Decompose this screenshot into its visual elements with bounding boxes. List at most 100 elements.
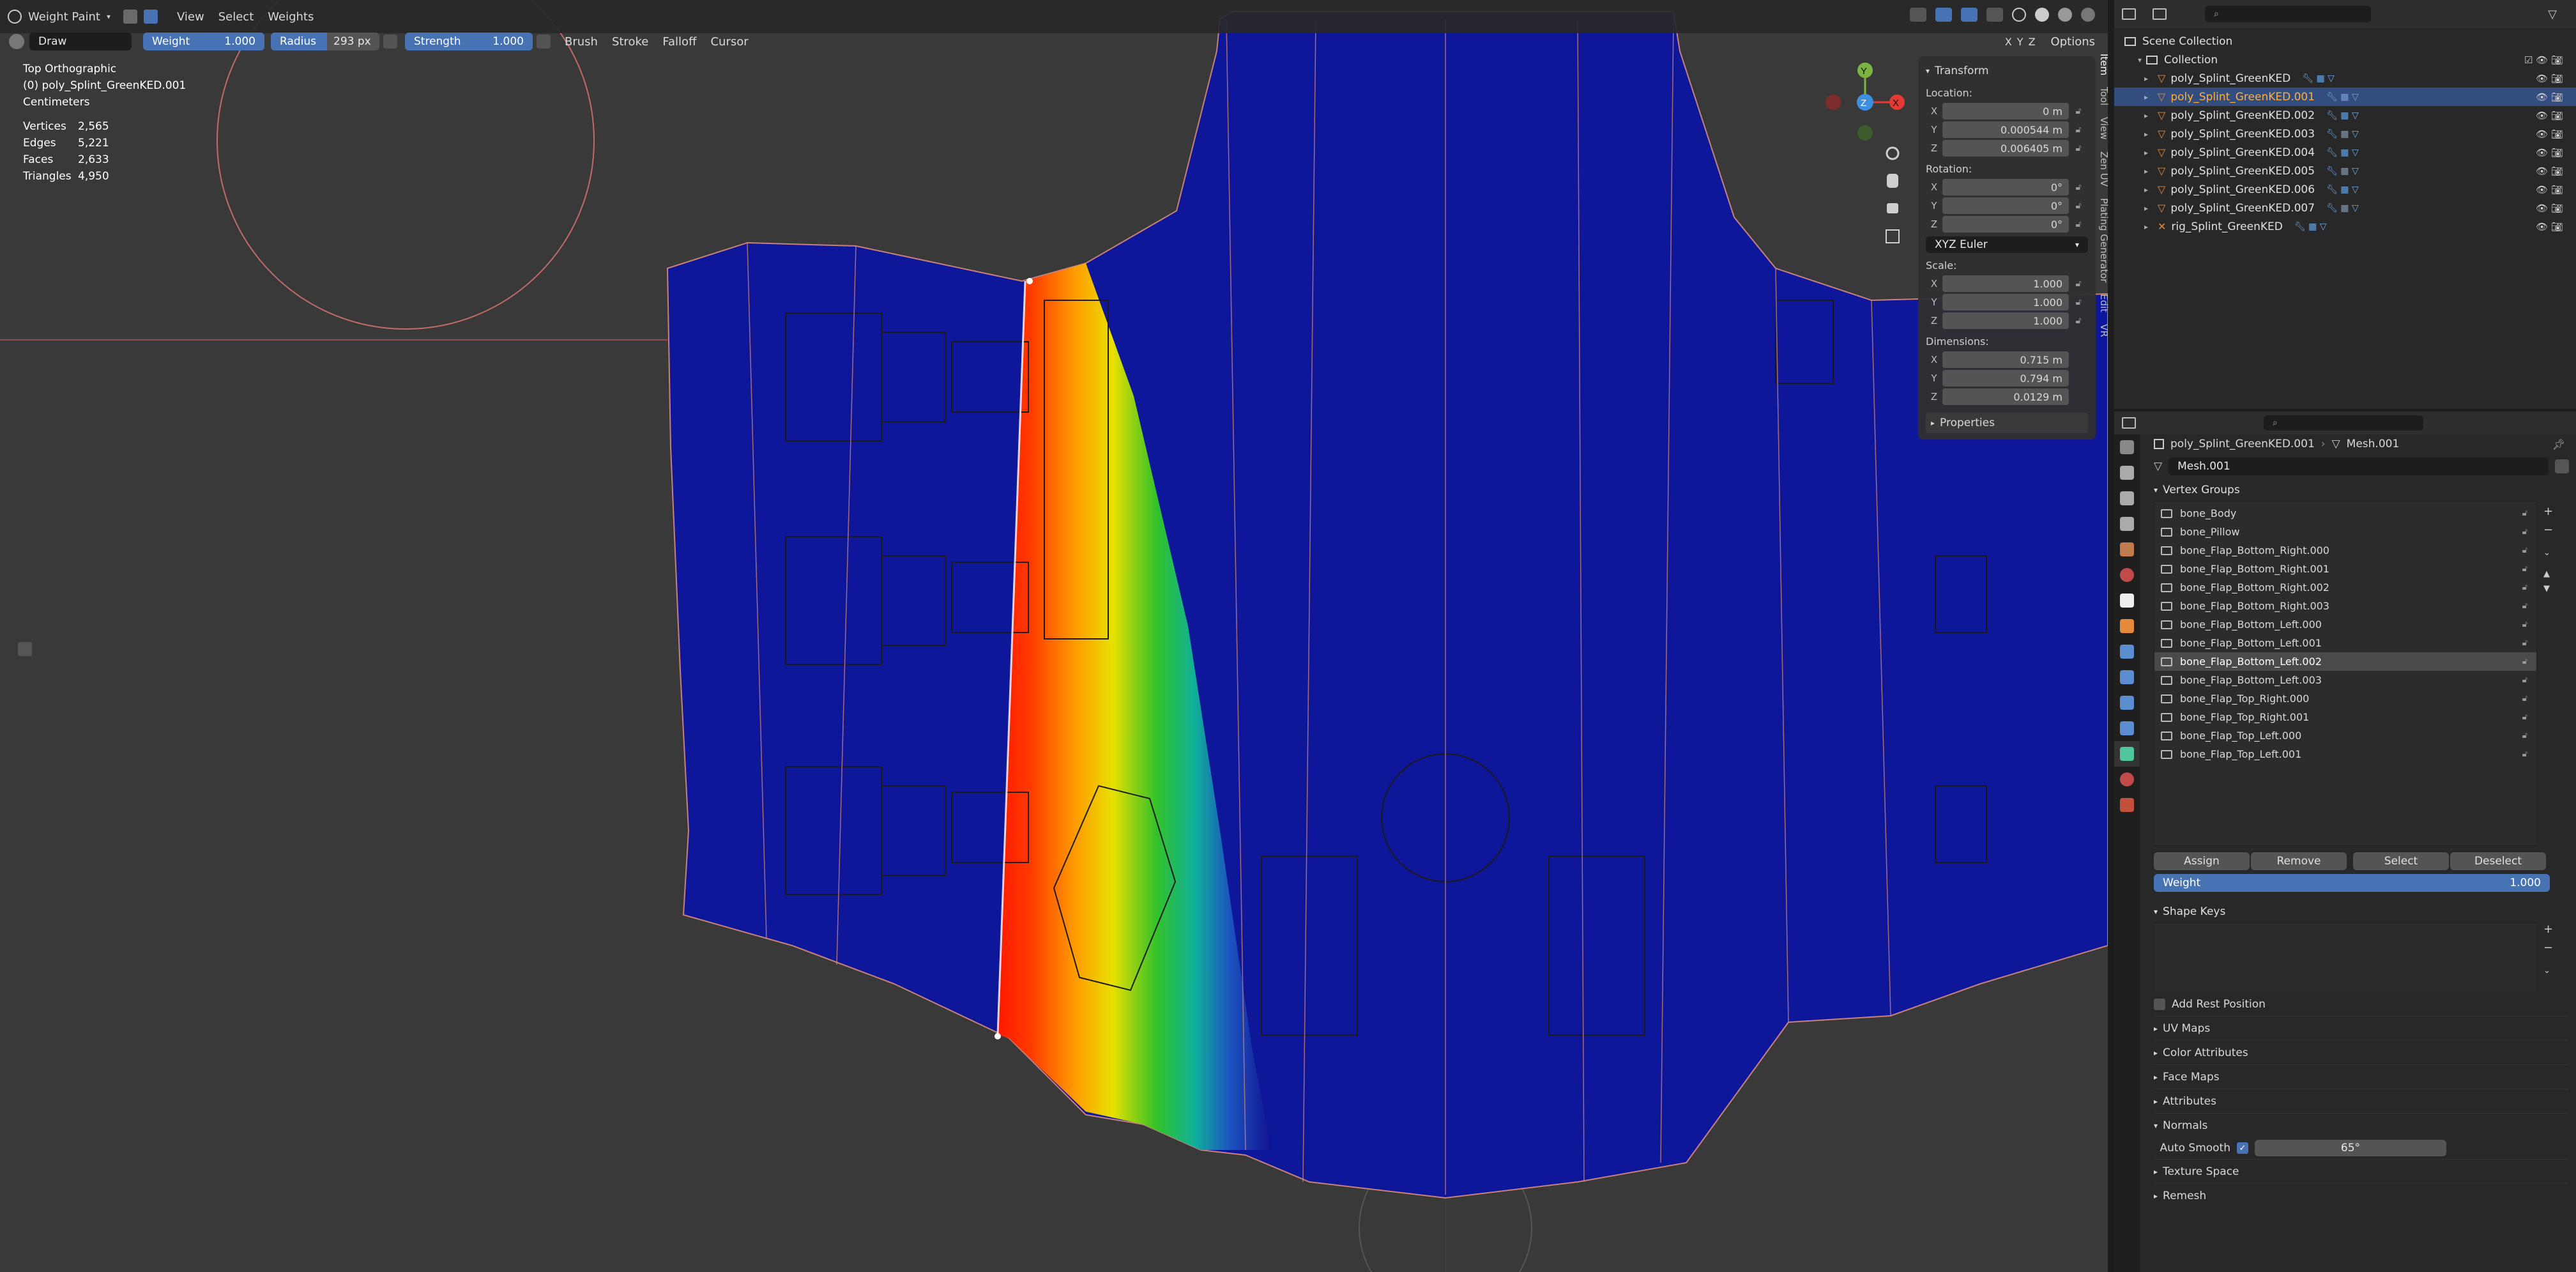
remove-icon[interactable]: − <box>2543 941 2553 954</box>
specials-icon[interactable]: ⌄ <box>2543 966 2553 976</box>
outliner-item[interactable]: ▸ ▽ poly_Splint_GreenKED.001 🔧︎ ▦ ▽ 👁︎ 📷︎ <box>2114 88 2576 106</box>
lock-icon[interactable]: 🔓︎ <box>2522 509 2527 518</box>
mirror-x[interactable]: X <box>2005 36 2012 48</box>
editor-type-icon[interactable] <box>2122 417 2136 429</box>
tab-texture-properties[interactable] <box>2114 792 2140 818</box>
view-menu[interactable]: View <box>177 10 204 24</box>
tab-material-properties[interactable] <box>2114 767 2140 792</box>
vertex-group-item[interactable]: bone_Flap_Bottom_Left.002 🔓︎ <box>2154 652 2536 671</box>
tab-output-properties[interactable] <box>2114 486 2140 511</box>
location-z[interactable]: Z 0.006405 m 🔓︎ <box>1926 140 2088 157</box>
tab-modifier-properties[interactable] <box>2114 639 2140 664</box>
vertex-group-item[interactable]: bone_Flap_Bottom_Left.003 🔓︎ <box>2154 671 2536 689</box>
outliner-item[interactable]: ▸ ▽ poly_Splint_GreenKED.007 🔧︎ ▦ ▽ 👁︎ 📷︎ <box>2114 199 2576 217</box>
dimension-x[interactable]: X 0.715 m <box>1926 351 2088 368</box>
weights-menu[interactable]: Weights <box>268 10 314 24</box>
properties-subpanel-header[interactable]: ▸ Properties <box>1926 413 2088 433</box>
face-maps-section[interactable]: ▸ Face Maps <box>2154 1064 2569 1089</box>
scale-y[interactable]: Y 1.000 🔓︎ <box>1926 294 2088 310</box>
vertex-group-item[interactable]: bone_Flap_Bottom_Right.003 🔓︎ <box>2154 597 2536 615</box>
properties-search-input[interactable]: ⌕ <box>2264 415 2423 431</box>
vertex-group-item[interactable]: bone_Flap_Top_Right.001 🔓︎ <box>2154 708 2536 726</box>
specials-icon[interactable]: ⌄ <box>2543 548 2553 558</box>
fake-user-icon[interactable] <box>2555 459 2569 473</box>
vertex-weight-slider[interactable]: Weight 1.000 <box>2154 874 2550 892</box>
location-x[interactable]: X0 m 🔓︎ <box>1926 103 2088 119</box>
xray-icon[interactable] <box>1986 8 2003 22</box>
mesh-data-icon[interactable]: ▽ <box>2154 460 2162 473</box>
attributes-section[interactable]: ▸ Attributes <box>2154 1089 2569 1113</box>
visibility-icons[interactable]: 👁︎ 📷︎ <box>2536 110 2563 121</box>
lock-icon[interactable]: 🔓︎ <box>2522 564 2527 574</box>
location-y[interactable]: Y 0.000544 m 🔓︎ <box>1926 121 2088 138</box>
vertex-group-item[interactable]: bone_Flap_Top_Right.000 🔓︎ <box>2154 689 2536 708</box>
tab-scene-properties[interactable] <box>2114 537 2140 562</box>
mirror-y[interactable]: Y <box>2017 36 2023 48</box>
move-up-icon[interactable]: ▲ <box>2543 569 2553 579</box>
tab-render-properties[interactable] <box>2114 460 2140 486</box>
pressure-icon[interactable] <box>383 34 397 49</box>
mode-selector[interactable]: Weight Paint <box>28 10 100 24</box>
lock-icon[interactable]: 🔓︎ <box>2522 749 2527 759</box>
modifier-icons[interactable]: 🔧︎ ▦ ▽ <box>2326 148 2359 158</box>
vertex-group-item[interactable]: bone_Flap_Bottom_Left.001 🔓︎ <box>2154 634 2536 652</box>
outliner-item[interactable]: ▸ ▽ poly_Splint_GreenKED.005 🔧︎ ▦ ▽ 👁︎ 📷︎ <box>2114 162 2576 180</box>
modifier-icons[interactable]: 🔧︎ ▦ ▽ <box>2326 129 2359 139</box>
texture-space-section[interactable]: ▸ Texture Space <box>2154 1159 2569 1183</box>
gizmo-toggle-icon[interactable] <box>1935 8 1952 22</box>
vertex-group-item[interactable]: bone_Flap_Bottom_Right.000 🔓︎ <box>2154 541 2536 560</box>
scene-collection-row[interactable]: Scene Collection <box>2124 32 2576 50</box>
overlay-toggle-icon[interactable] <box>1961 8 1978 22</box>
normals-section[interactable]: ▾ Normals <box>2154 1113 2569 1137</box>
weight-paint-mode-icon[interactable] <box>8 10 22 24</box>
outliner-search-input[interactable]: ⌕ <box>2205 6 2371 22</box>
modifier-icons[interactable]: 🔧︎ ▦ ▽ <box>2326 166 2359 176</box>
filter-icon[interactable]: ▽ <box>2548 8 2557 21</box>
scale-x[interactable]: X 1.000 🔓︎ <box>1926 275 2088 292</box>
strength-pressure-icon[interactable] <box>537 34 551 49</box>
visibility-icons[interactable]: 👁︎ 📷︎ <box>2536 221 2563 233</box>
viewport-canvas[interactable]: Y X Z <box>0 0 2108 1272</box>
select-menu[interactable]: Select <box>218 10 254 24</box>
visibility-icons[interactable]: 👁︎ 📷︎ <box>2536 128 2563 140</box>
tab-physics-properties[interactable] <box>2114 690 2140 716</box>
vertex-group-item[interactable]: bone_Flap_Bottom_Right.001 🔓︎ <box>2154 560 2536 578</box>
auto-smooth-checkbox[interactable]: ✓ <box>2237 1142 2248 1154</box>
vertex-group-item[interactable]: bone_Body 🔓︎ <box>2154 504 2536 523</box>
visibility-icons[interactable]: 👁︎ 📷︎ <box>2536 165 2563 177</box>
editor-type-icon[interactable] <box>2122 8 2136 20</box>
lock-icon[interactable]: 🔓︎ <box>2522 638 2527 648</box>
add-rest-position-row[interactable]: Add Rest Position <box>2154 993 2569 1016</box>
tab-zen-uv[interactable]: Zen UV <box>2098 151 2110 187</box>
dimension-y[interactable]: Y 0.794 m <box>1926 370 2088 387</box>
tab-plating-generator[interactable]: Plating Generator <box>2098 198 2110 282</box>
scale-z[interactable]: Z 1.000 🔓︎ <box>1926 312 2088 329</box>
lock-icon[interactable]: 🔓︎ <box>2522 583 2527 592</box>
lock-icon[interactable]: 🔓︎ <box>2522 657 2527 666</box>
tab-tool-properties[interactable] <box>2114 434 2140 460</box>
assign-button[interactable]: Assign <box>2154 852 2250 870</box>
outliner-item[interactable]: ▸ ▽ poly_Splint_GreenKED 🔧︎ ▦ ▽ 👁︎ 📷︎ <box>2114 69 2576 88</box>
material-shading-icon[interactable] <box>2058 8 2072 22</box>
outliner-item[interactable]: ▸ ▽ poly_Splint_GreenKED.003 🔧︎ ▦ ▽ 👁︎ 📷︎ <box>2114 125 2576 143</box>
collection-row[interactable]: ▾ Collection ☑ 👁︎ 📷︎ <box>2124 50 2576 69</box>
vertex-select-icon[interactable] <box>144 10 158 24</box>
tab-world-properties[interactable] <box>2114 562 2140 588</box>
modifier-icons[interactable]: 🔧︎ ▦ ▽ <box>2294 222 2327 232</box>
outliner-item[interactable]: ▸ ✕ rig_Splint_GreenKED 🔧︎ ▦ ▽ 👁︎ 📷︎ <box>2114 217 2576 236</box>
lock-icon[interactable]: 🔓︎ <box>2522 546 2527 555</box>
modifier-icons[interactable]: 🔧︎ ▦ ▽ <box>2302 73 2335 84</box>
shape-key-list[interactable] <box>2154 923 2537 993</box>
falloff-dropdown[interactable]: Falloff <box>662 35 696 49</box>
vertex-group-item[interactable]: bone_Flap_Bottom_Left.000 🔓︎ <box>2154 615 2536 634</box>
tab-constraints-properties[interactable] <box>2114 716 2140 741</box>
solid-shading-icon[interactable] <box>2035 8 2049 22</box>
tab-tool[interactable]: Tool <box>2098 87 2110 105</box>
lock-icon[interactable]: 🔓︎ <box>2522 601 2527 611</box>
lock-icon[interactable]: 🔓︎ <box>2522 731 2527 740</box>
tab-data-properties[interactable] <box>2114 741 2140 767</box>
vertex-group-item[interactable]: bone_Pillow 🔓︎ <box>2154 523 2536 541</box>
stroke-dropdown[interactable]: Stroke <box>612 35 648 49</box>
rendered-shading-icon[interactable] <box>2081 8 2095 22</box>
tab-view[interactable]: View <box>2098 117 2110 140</box>
